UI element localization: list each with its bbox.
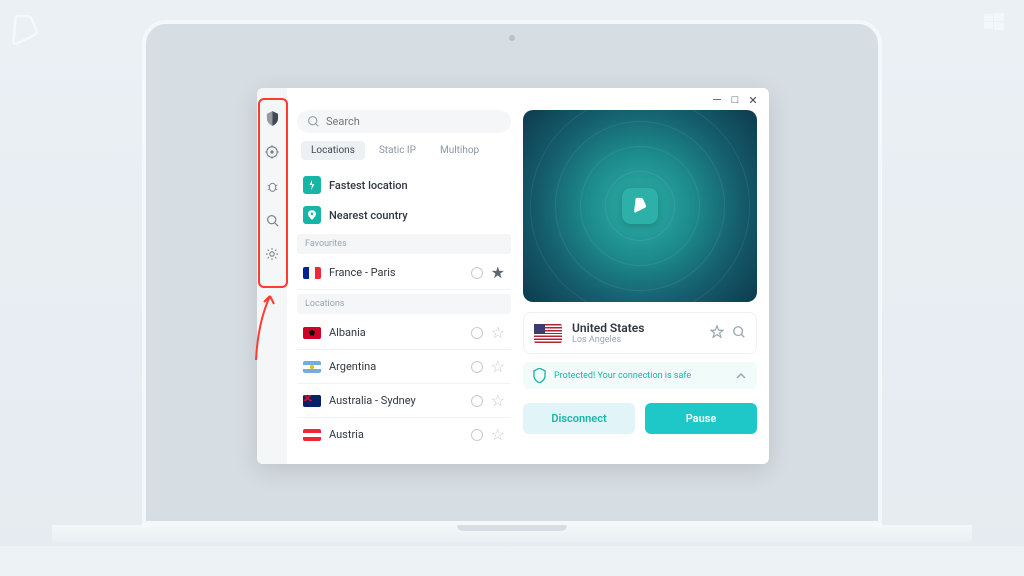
location-label: France - Paris (329, 266, 471, 279)
connection-country: United States (572, 321, 702, 335)
sidebar-search-icon[interactable] (264, 212, 280, 228)
tab-multihop[interactable]: Multihop (430, 141, 489, 160)
location-item[interactable]: Argentina ☆ (297, 350, 511, 384)
tab-static-ip[interactable]: Static IP (369, 141, 426, 160)
window-controls: ─ □ ✕ (711, 94, 759, 106)
disconnect-button[interactable]: Disconnect (523, 403, 635, 434)
connection-card: United States Los Angeles (523, 312, 757, 354)
minimize-button[interactable]: ─ (711, 94, 723, 106)
chevron-up-icon (735, 370, 747, 382)
flag-australia-icon (303, 395, 321, 407)
location-label: Albania (329, 326, 471, 339)
search-icon (307, 115, 320, 128)
location-label: Austria (329, 428, 471, 441)
flag-us-icon (534, 324, 562, 343)
location-item[interactable]: Australia - Sydney ☆ (297, 384, 511, 418)
connection-city: Los Angeles (572, 335, 702, 345)
star-icon[interactable]: ☆ (491, 323, 505, 342)
sidebar-vpn-icon[interactable] (264, 110, 280, 126)
flag-austria-icon (303, 429, 321, 441)
surfshark-logo-icon (622, 188, 658, 224)
connection-visual (523, 110, 757, 302)
favourite-button[interactable] (710, 324, 724, 343)
flag-france-icon (303, 267, 321, 279)
sidebar-antivirus-icon[interactable] (264, 178, 280, 194)
flag-albania-icon (303, 327, 321, 339)
pin-icon (303, 206, 321, 224)
floor-decoration (0, 546, 1024, 576)
star-icon[interactable]: ☆ (491, 391, 505, 410)
pause-button[interactable]: Pause (645, 403, 757, 434)
connection-panel: United States Los Angeles Protected! You… (519, 88, 769, 464)
location-label: Argentina (329, 360, 471, 373)
app-window: ─ □ ✕ Locations Static IP Multihop (257, 88, 769, 464)
maximize-button[interactable]: □ (729, 94, 741, 106)
nearest-country-label: Nearest country (329, 209, 408, 222)
search-box[interactable] (297, 110, 511, 133)
tabs: Locations Static IP Multihop (297, 141, 511, 160)
surfshark-bg-logo (5, 10, 47, 52)
latency-indicator (471, 361, 483, 373)
locations-list: Albania ☆ Argentina ☆ Australia - Sydney… (297, 316, 511, 464)
location-label: Australia - Sydney (329, 394, 471, 407)
location-item-france[interactable]: France - Paris ★ (297, 256, 511, 290)
sidebar-settings-icon[interactable] (264, 246, 280, 262)
status-text: Protected! Your connection is safe (554, 371, 735, 381)
status-bar[interactable]: Protected! Your connection is safe (523, 362, 757, 389)
close-button[interactable]: ✕ (747, 94, 759, 106)
latency-indicator (471, 429, 483, 441)
star-icon[interactable]: ★ (491, 263, 505, 282)
favourites-header: Favourites (297, 234, 511, 254)
latency-indicator (471, 395, 483, 407)
sidebar (257, 88, 287, 464)
search-location-button[interactable] (732, 324, 746, 343)
flag-argentina-icon (303, 361, 321, 373)
arrow-annotation (254, 292, 278, 362)
windows-icon (984, 12, 1004, 32)
location-item[interactable]: Austria ☆ (297, 418, 511, 451)
bolt-icon (303, 176, 321, 194)
star-icon[interactable]: ☆ (491, 357, 505, 376)
tab-locations[interactable]: Locations (301, 141, 365, 160)
locations-header: Locations (297, 294, 511, 314)
fastest-location-label: Fastest location (329, 179, 408, 192)
fastest-location[interactable]: Fastest location (297, 170, 511, 200)
latency-indicator (471, 267, 483, 279)
star-icon[interactable]: ☆ (491, 425, 505, 444)
latency-indicator (471, 327, 483, 339)
shield-icon (533, 368, 546, 383)
locations-panel: Locations Static IP Multihop Fastest loc… (287, 88, 519, 464)
nearest-country[interactable]: Nearest country (297, 200, 511, 230)
search-input[interactable] (326, 115, 501, 128)
sidebar-alert-icon[interactable] (264, 144, 280, 160)
location-item[interactable]: Albania ☆ (297, 316, 511, 350)
action-buttons: Disconnect Pause (523, 403, 757, 434)
